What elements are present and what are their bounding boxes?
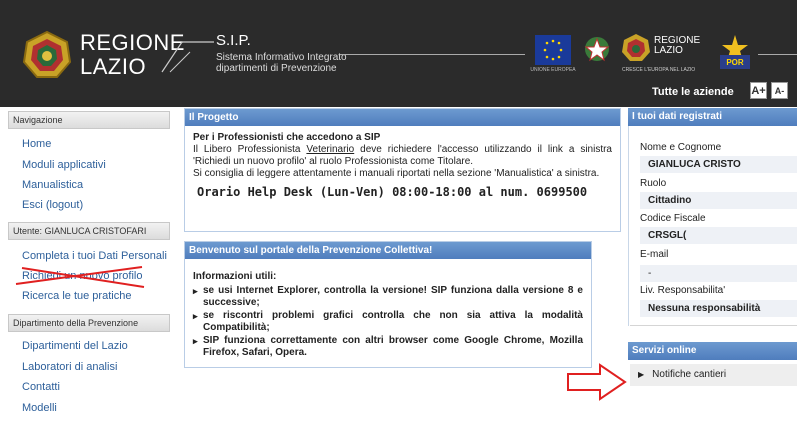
progetto-p1-start: Il Libero Professionista	[193, 144, 307, 155]
font-decrease-button[interactable]: A-	[771, 82, 788, 99]
panel-servizi-title: Servizi online	[628, 342, 797, 360]
info-list: se usi Internet Explorer, controlla la v…	[193, 285, 583, 359]
sip-sub-line1: Sistema Informativo Integrato	[216, 52, 347, 63]
red-cross-annotation	[15, 266, 145, 288]
cf-value: CRSGL(	[640, 227, 797, 244]
email-label: E-mail	[640, 249, 669, 260]
list-item: se riscontri problemi grafici controlla …	[193, 310, 583, 334]
sip-sub-line2: dipartimenti di Prevenzione	[216, 63, 337, 74]
list-item: SIP funziona correttamente con altri bro…	[193, 335, 583, 359]
nav-link-modelli[interactable]: Modelli	[22, 402, 57, 414]
header-swoosh-decoration	[161, 41, 214, 73]
header-divider-line	[340, 54, 525, 55]
ruolo-value: Cittadino	[640, 192, 797, 209]
nav-link-dipartimenti[interactable]: Dipartimenti del Lazio	[22, 340, 128, 352]
panel-progetto: Il Progetto Per i Professionisti che acc…	[184, 108, 621, 232]
info-heading: Informazioni utili:	[193, 271, 277, 282]
panel-dati-title: I tuoi dati registrati	[628, 108, 797, 126]
nav-link-manualistica[interactable]: Manualistica	[22, 179, 83, 191]
rl-caption: CRESCE L'EUROPA NEL LAZIO	[622, 67, 696, 73]
nav-link-ricerca-pratiche[interactable]: Ricerca le tue pratiche	[22, 290, 131, 302]
por-logo-icon: POR	[720, 35, 750, 69]
red-arrow-annotation-icon	[567, 363, 627, 401]
regione-lazio-small-wordmark: REGIONE LAZIO	[654, 36, 700, 56]
site-header: REGIONE LAZIO S.I.P. Sistema Informativo…	[0, 0, 797, 107]
notifiche-cantieri-label: Notifiche cantieri	[652, 369, 727, 380]
panel-progetto-title: Il Progetto	[185, 109, 620, 126]
nav-link-dati-personali[interactable]: Completa i tuoi Dati Personali	[22, 250, 167, 262]
eu-caption: UNIONE EUROPEA	[530, 67, 576, 73]
nome-value: GIANLUCA CRISTO	[640, 156, 797, 173]
nav-link-logout[interactable]: Esci (logout)	[22, 199, 83, 211]
font-increase-button[interactable]: A+	[750, 82, 767, 99]
nav-section-navigazione: Navigazione	[8, 111, 170, 129]
progetto-heading: Per i Professionisti che accedono a SIP	[193, 132, 381, 143]
panel-benvenuto: Benvenuto sul portale della Prevenzione …	[184, 241, 592, 368]
sip-subtitle: Sistema Informativo Integrato dipartimen…	[216, 52, 347, 74]
nav-section-dipartimento: Dipartimento della Prevenzione	[8, 314, 170, 332]
progetto-paragraph-2: Si consiglia di leggere attentamente i m…	[193, 168, 600, 179]
rl-small-line2: LAZIO	[654, 45, 683, 56]
regione-lazio-small-emblem-icon	[622, 34, 650, 61]
notifiche-cantieri-link[interactable]: ▶ Notifiche cantieri	[630, 364, 797, 386]
ruolo-label: Ruolo	[640, 178, 667, 189]
progetto-paragraph-1: Il Libero Professionista Veterinario dev…	[193, 144, 612, 168]
nav-link-contatti[interactable]: Contatti	[22, 381, 60, 393]
helpdesk-hours: Orario Help Desk (Lun-Ven) 08:00-18:00 a…	[197, 185, 588, 199]
panel-benvenuto-title: Benvenuto sul portale della Prevenzione …	[185, 242, 591, 259]
resp-value: Nessuna responsabilità	[640, 300, 797, 317]
nav-link-moduli[interactable]: Moduli applicativi	[22, 159, 106, 171]
list-item: se usi Internet Explorer, controlla la v…	[193, 285, 583, 309]
email-value: -	[640, 265, 797, 282]
header-divider-line-right	[758, 54, 797, 55]
nav-link-home[interactable]: Home	[22, 138, 51, 150]
aziende-selector[interactable]: Tutte le aziende	[652, 86, 734, 98]
nav-section-utente: Utente: GIANLUCA CRISTOFARI	[8, 222, 170, 240]
eu-flag-icon	[535, 35, 571, 65]
resp-label: Liv. Responsabilita'	[640, 285, 726, 296]
veterinario-link[interactable]: Veterinario	[306, 144, 354, 155]
regione-lazio-emblem-icon	[22, 30, 72, 78]
sip-title: S.I.P.	[216, 32, 251, 49]
repubblica-emblem-icon	[584, 37, 610, 62]
panel-dati-bottom-border	[630, 325, 797, 326]
nav-link-laboratori[interactable]: Laboratori di analisi	[22, 361, 117, 373]
nome-label: Nome e Cognome	[640, 142, 722, 153]
triangle-right-icon: ▶	[638, 370, 645, 379]
cf-label: Codice Fiscale	[640, 213, 706, 224]
por-label: POR	[726, 58, 744, 67]
